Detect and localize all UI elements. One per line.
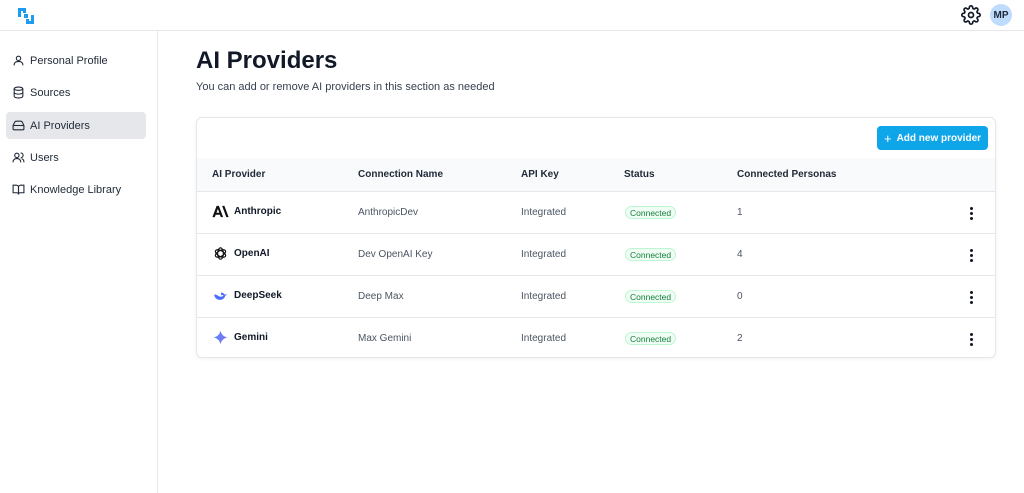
api-key-status: Integrated — [521, 291, 567, 302]
connected-personas: 2 — [737, 333, 743, 344]
connection-name: Deep Max — [358, 291, 404, 302]
row-menu-icon[interactable] — [963, 246, 979, 264]
sidebar-item-sources[interactable]: Sources — [6, 79, 146, 106]
status-badge: Connected — [625, 206, 677, 219]
providers-card: + Add new provider AI Provider Connectio… — [196, 117, 996, 358]
status-badge: Connected — [625, 290, 677, 303]
connected-personas: 4 — [737, 249, 743, 260]
row-menu-icon[interactable] — [963, 204, 979, 222]
table-row[interactable]: Gemini Max Gemini Integrated Connected 2 — [197, 318, 995, 357]
column-header-provider: AI Provider — [212, 169, 266, 180]
sidebar-item-label: Sources — [30, 86, 71, 99]
row-menu-icon[interactable] — [963, 330, 979, 348]
table-header: AI Provider Connection Name API Key Stat… — [197, 158, 995, 192]
sidebar-item-label: AI Providers — [30, 119, 90, 132]
add-provider-label: Add new provider — [896, 132, 982, 144]
connection-name: Dev OpenAI Key — [358, 249, 433, 260]
sidebar-item-ai-providers[interactable]: AI Providers — [6, 112, 146, 139]
provider-cell: OpenAI — [212, 245, 270, 262]
api-key-status: Integrated — [521, 249, 567, 260]
sidebar-item-label: Knowledge Library — [30, 183, 122, 196]
status-badge: Connected — [625, 248, 677, 261]
provider-cell: Anthropic — [212, 203, 281, 220]
api-key-status: Integrated — [521, 333, 567, 344]
plus-icon: + — [883, 130, 892, 146]
database-icon — [13, 86, 24, 99]
api-key-status: Integrated — [521, 207, 567, 218]
top-bar: MP — [0, 0, 1024, 31]
column-header-connection: Connection Name — [358, 169, 444, 180]
sidebar-item-personal-profile[interactable]: Personal Profile — [6, 47, 146, 74]
sidebar-item-users[interactable]: Users — [6, 144, 146, 171]
openai-logo-icon — [214, 247, 227, 260]
add-provider-button[interactable]: + Add new provider — [877, 126, 988, 150]
book-open-icon — [12, 184, 25, 195]
row-menu-icon[interactable] — [963, 288, 979, 306]
connected-personas: 1 — [737, 207, 743, 218]
gemini-logo-icon — [213, 330, 228, 345]
connected-personas: 0 — [737, 291, 743, 302]
avatar[interactable]: MP — [990, 4, 1012, 26]
gear-icon[interactable] — [961, 5, 981, 25]
table-row[interactable]: OpenAI Dev OpenAI Key Integrated Connect… — [197, 234, 995, 276]
status-badge: Connected — [625, 332, 677, 345]
provider-cell: DeepSeek — [212, 287, 282, 304]
anthropic-logo-icon — [212, 205, 229, 218]
sidebar-item-label: Personal Profile — [30, 54, 108, 67]
users-icon — [12, 152, 25, 163]
sidebar-item-label: Users — [30, 151, 59, 164]
hard-drive-icon — [12, 120, 25, 131]
column-header-api-key: API Key — [521, 169, 559, 180]
connection-name: Max Gemini — [358, 333, 412, 344]
table-row[interactable]: DeepSeek Deep Max Integrated Connected 0 — [197, 276, 995, 318]
brand-logo-icon[interactable] — [15, 5, 37, 27]
sidebar: Personal Profile Sources AI Providers Us… — [0, 31, 158, 493]
deepseek-logo-icon — [214, 292, 227, 300]
connection-name: AnthropicDev — [358, 207, 419, 218]
column-header-status: Status — [624, 169, 655, 180]
page-subtitle: You can add or remove AI providers in th… — [196, 81, 495, 93]
user-icon — [13, 55, 24, 66]
provider-cell: Gemini — [212, 329, 268, 346]
sidebar-item-knowledge-library[interactable]: Knowledge Library — [6, 176, 146, 203]
table-row[interactable]: Anthropic AnthropicDev Integrated Connec… — [197, 192, 995, 234]
column-header-personas: Connected Personas — [737, 169, 837, 180]
page-title: AI Providers — [196, 47, 338, 74]
